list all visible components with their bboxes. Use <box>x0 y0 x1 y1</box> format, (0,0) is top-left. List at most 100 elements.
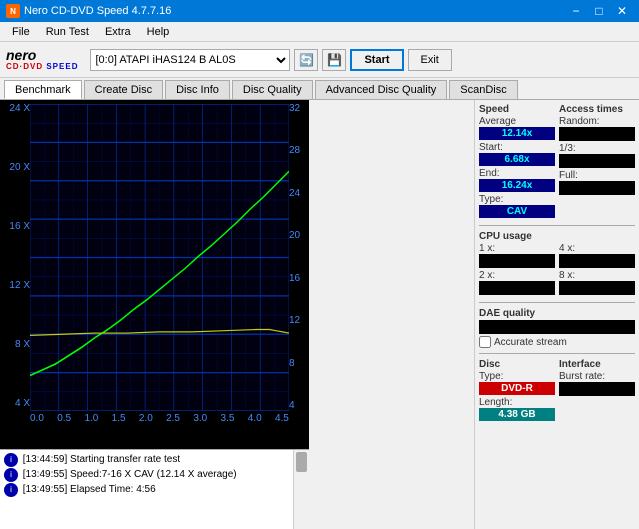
y-label-20: 20 X <box>9 163 30 173</box>
chart-svg <box>30 104 289 411</box>
x1-value <box>479 254 555 268</box>
x-label-45: 4.5 <box>275 413 289 424</box>
y-label-24: 24 X <box>9 104 30 114</box>
divider-1 <box>479 225 635 226</box>
cpu-columns: 1 x: 2 x: 4 x: 8 x: <box>479 243 635 297</box>
x4-label: 4 x: <box>559 243 635 254</box>
log-icon-2: i <box>4 483 18 497</box>
start-label: Start: <box>479 142 555 153</box>
disc-type-label: Type: <box>479 371 555 382</box>
title-bar-text: Nero CD-DVD Speed 4.7.7.16 <box>24 5 565 17</box>
disc-length-label: Length: <box>479 397 555 408</box>
y-label-16: 16 X <box>9 222 30 232</box>
divider-2 <box>479 302 635 303</box>
tab-advanced-disc-quality[interactable]: Advanced Disc Quality <box>315 80 448 99</box>
y-label-8: 8 X <box>15 340 30 350</box>
title-bar: N Nero CD-DVD Speed 4.7.7.16 − □ ✕ <box>0 0 639 22</box>
cpu-col2: 4 x: 8 x: <box>559 243 635 297</box>
interface-title: Interface <box>559 359 635 370</box>
x1-label: 1 x: <box>479 243 555 254</box>
tabs: Benchmark Create Disc Disc Info Disc Qua… <box>0 78 639 100</box>
start-value: 6.68x <box>479 153 555 166</box>
tab-disc-quality[interactable]: Disc Quality <box>232 80 313 99</box>
accurate-stream-label: Accurate stream <box>494 337 567 348</box>
random-label: Random: <box>559 116 635 127</box>
y-label-4: 4 X <box>15 399 30 409</box>
type-label: Type: <box>479 194 555 205</box>
tab-create-disc[interactable]: Create Disc <box>84 80 163 99</box>
drive-select[interactable]: [0:0] ATAPI iHAS124 B AL0S <box>90 49 290 71</box>
log-entry-1: i [13:49:55] Speed:7-16 X CAV (12.14 X a… <box>4 467 289 482</box>
y-right-28: 28 <box>289 146 300 156</box>
toolbar: nero CD·DVD SPEED [0:0] ATAPI iHAS124 B … <box>0 42 639 78</box>
tab-scan-disc[interactable]: ScanDisc <box>449 80 517 99</box>
logo-sub: CD·DVD SPEED <box>6 62 78 71</box>
burst-rate-value <box>559 382 635 396</box>
chart-log-area: 24 X 20 X 16 X 12 X 8 X 4 X <box>0 100 474 529</box>
save-button[interactable]: 💾 <box>322 49 346 71</box>
speed-title: Speed <box>479 104 555 115</box>
menu-run-test[interactable]: Run Test <box>38 24 97 40</box>
close-button[interactable]: ✕ <box>611 2 633 20</box>
y-axis-right: 32 28 24 20 16 12 8 4 <box>289 104 307 411</box>
y-right-32: 32 <box>289 104 300 114</box>
menu-help[interactable]: Help <box>139 24 178 40</box>
full-value <box>559 181 635 195</box>
dae-value <box>479 320 635 334</box>
chart-area: 24 X 20 X 16 X 12 X 8 X 4 X <box>0 100 309 449</box>
minimize-button[interactable]: − <box>565 2 587 20</box>
tab-benchmark[interactable]: Benchmark <box>4 80 82 99</box>
disc-length-value: 4.38 GB <box>479 408 555 421</box>
x8-value <box>559 281 635 295</box>
menu-bar: File Run Test Extra Help <box>0 22 639 42</box>
x-label-0: 0.0 <box>30 413 44 424</box>
log-entry-2: i [13:49:55] Elapsed Time: 4:56 <box>4 482 289 497</box>
end-label: End: <box>479 168 555 179</box>
menu-file[interactable]: File <box>4 24 38 40</box>
log-icon-0: i <box>4 453 18 467</box>
x2-value <box>479 281 555 295</box>
accurate-stream-row: Accurate stream <box>479 336 635 348</box>
x8-label: 8 x: <box>559 270 635 281</box>
log-icon-1: i <box>4 468 18 482</box>
log-content: i [13:44:59] Starting transfer rate test… <box>0 450 293 529</box>
divider-3 <box>479 353 635 354</box>
y-right-12: 12 <box>289 316 300 326</box>
main-content: 24 X 20 X 16 X 12 X 8 X 4 X <box>0 100 639 529</box>
menu-extra[interactable]: Extra <box>97 24 139 40</box>
average-value: 12.14x <box>479 127 555 140</box>
cpu-section: CPU usage 1 x: 2 x: 4 x: 8 x: <box>479 231 635 297</box>
x-label-15: 1.5 <box>112 413 126 424</box>
maximize-button[interactable]: □ <box>588 2 610 20</box>
random-value <box>559 127 635 141</box>
x-label-30: 3.0 <box>193 413 207 424</box>
log-area: i [13:44:59] Starting transfer rate test… <box>0 449 309 529</box>
disc-interface-section: Disc Type: DVD-R Length: 4.38 GB Interfa… <box>479 359 635 423</box>
tab-disc-info[interactable]: Disc Info <box>165 80 230 99</box>
interface-col: Interface Burst rate: <box>559 359 635 423</box>
drive-refresh-button[interactable]: 🔄 <box>294 49 318 71</box>
disc-title: Disc <box>479 359 555 370</box>
y-right-24: 24 <box>289 189 300 199</box>
title-bar-controls: − □ ✕ <box>565 2 633 20</box>
right-panel: Speed Average 12.14x Start: 6.68x End: 1… <box>474 100 639 529</box>
disc-col: Disc Type: DVD-R Length: 4.38 GB <box>479 359 555 423</box>
exit-button[interactable]: Exit <box>408 49 452 71</box>
y-right-4: 4 <box>289 401 295 411</box>
disc-type-value: DVD-R <box>479 382 555 395</box>
accurate-stream-checkbox[interactable] <box>479 336 491 348</box>
start-button[interactable]: Start <box>350 49 403 71</box>
cpu-col1: 1 x: 2 x: <box>479 243 555 297</box>
full-label: Full: <box>559 170 635 181</box>
x2-label: 2 x: <box>479 270 555 281</box>
log-entry-0: i [13:44:59] Starting transfer rate test <box>4 452 289 467</box>
x-label-40: 4.0 <box>248 413 262 424</box>
app-icon: N <box>6 4 20 18</box>
y-right-16: 16 <box>289 274 300 284</box>
cpu-title: CPU usage <box>479 231 635 242</box>
x-label-25: 2.5 <box>166 413 180 424</box>
one-third-value <box>559 154 635 168</box>
log-scrollbar[interactable] <box>293 450 309 529</box>
end-value: 16.24x <box>479 179 555 192</box>
access-times-title: Access times <box>559 104 635 115</box>
